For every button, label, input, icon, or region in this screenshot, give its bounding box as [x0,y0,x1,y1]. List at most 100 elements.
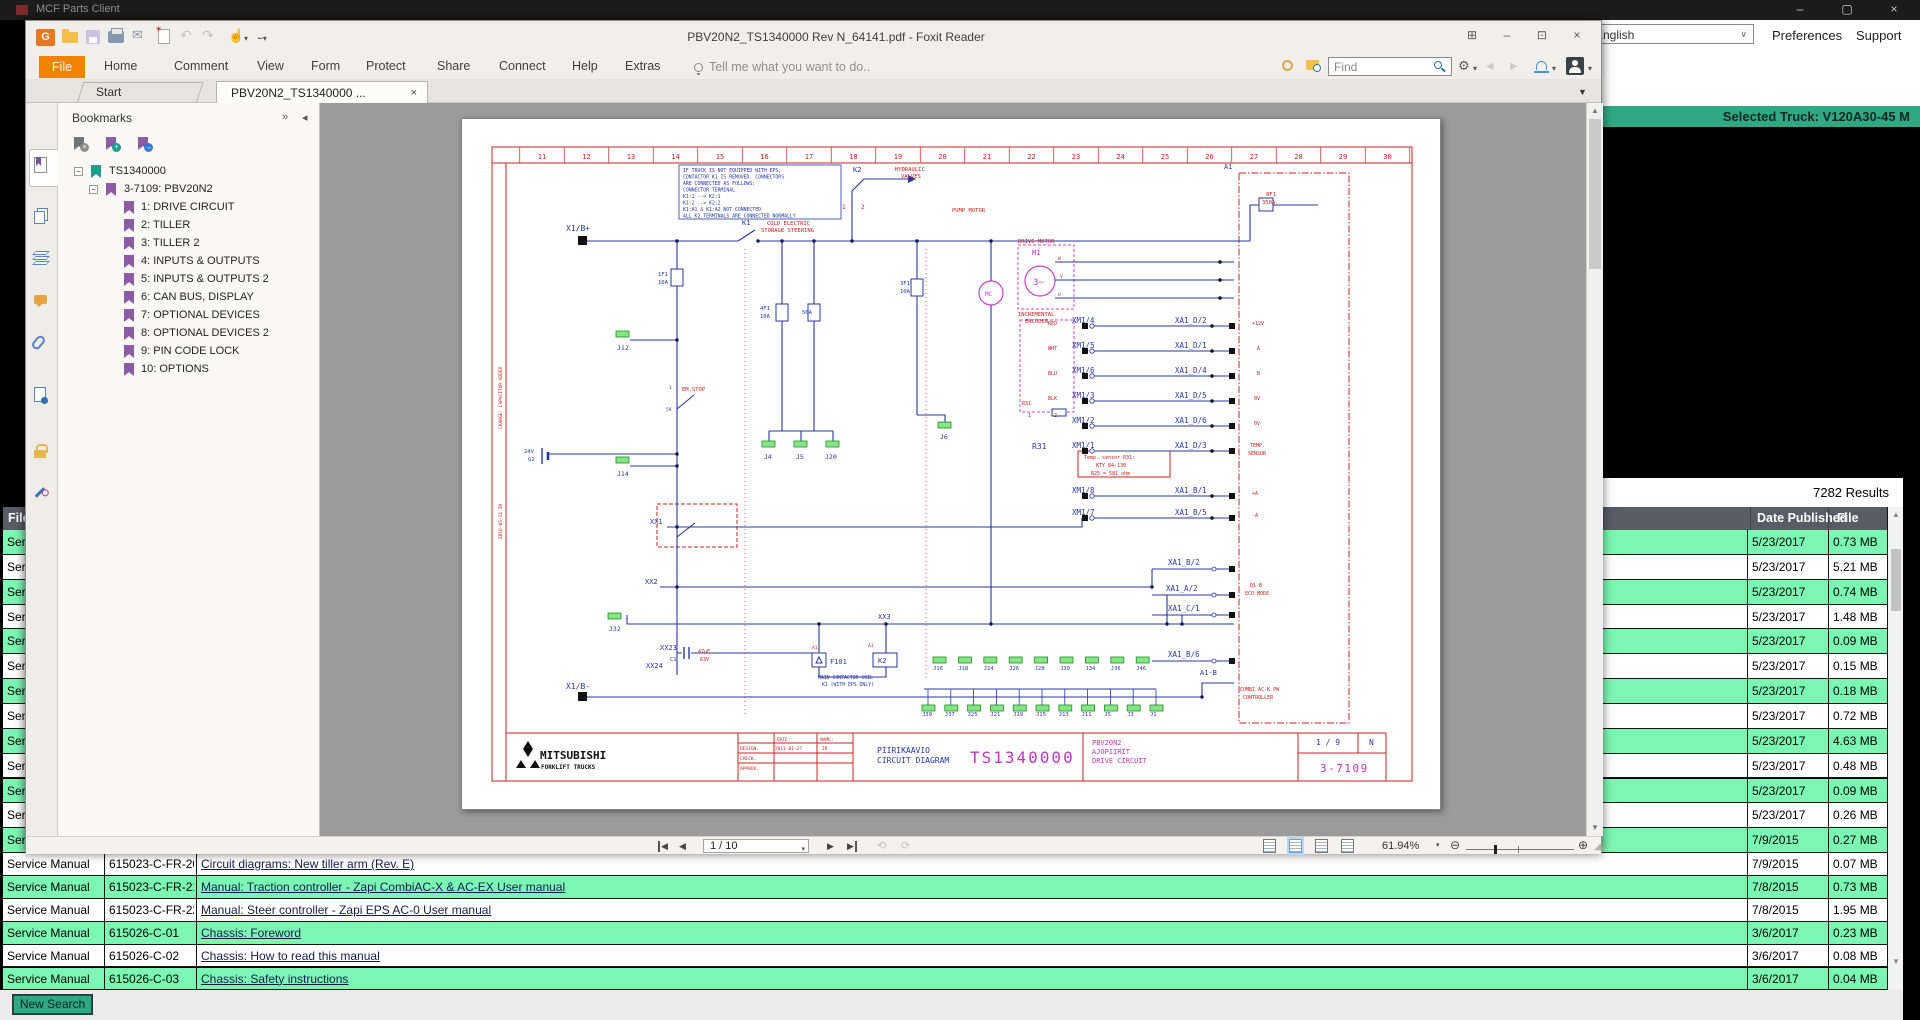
menu-help[interactable]: Help [572,59,598,73]
scroll-up-icon[interactable]: ▲ [1890,510,1902,519]
document-link[interactable]: Chassis: Safety instructions [201,972,348,986]
continuous-facing-view-icon[interactable] [1341,839,1354,853]
document-link[interactable]: Manual: Traction controller - Zapi Combi… [201,880,565,894]
zoom-slider-thumb[interactable] [1494,845,1497,854]
menu-file[interactable]: File [39,56,85,78]
pdf-scrollbar[interactable]: ▲ ▼ [1586,103,1603,836]
create-from-clipboard-icon[interactable] [158,29,170,44]
menu-comment[interactable]: Comment [174,59,228,73]
search-icon[interactable] [1434,61,1442,69]
comments-panel-icon[interactable] [34,295,52,313]
document-view[interactable]: 1112131415161718192021222324252627282930… [320,103,1586,836]
avatar-dropdown-icon[interactable]: ▾ [1588,64,1592,73]
bell-icon[interactable] [1536,61,1547,70]
cell-document-name[interactable]: Chassis: Safety instructions [196,968,1745,990]
tree-expander-icon[interactable]: − [74,167,83,176]
ribbon-collapse-icon[interactable]: ▼ [1578,87,1587,97]
bell-dropdown-icon[interactable]: ▾ [1552,64,1556,73]
avatar[interactable] [1566,57,1584,75]
cell-document-name[interactable]: Circuit diagrams: New tiller arm (Rev. E… [196,853,1745,875]
bookmark-item[interactable]: 4: INPUTS & OUTPUTS [58,253,319,271]
results-scrollbar[interactable]: ▲ ▼ [1887,507,1903,990]
menu-form[interactable]: Form [311,59,340,73]
foxit-close-icon[interactable]: × [1566,28,1588,42]
menu-view[interactable]: View [257,59,284,73]
tab-close-icon[interactable]: × [411,82,417,104]
zoom-slider-track[interactable] [1466,849,1574,850]
pages-panel-icon[interactable] [34,207,52,225]
resize-grip-icon[interactable]: ◢ [1594,841,1602,852]
bookmarks-panel-icon[interactable] [34,157,52,175]
zoom-level[interactable]: 61.94% [1382,840,1419,852]
previous-page-icon[interactable]: ◀ [679,841,686,852]
table-row[interactable]: Service Manual615026-C-02Chassis: How to… [3,945,1887,968]
facing-view-icon[interactable] [1315,839,1328,853]
pdf-scrollbar-thumb[interactable] [1589,119,1601,269]
bookmark-item[interactable]: 5: INPUTS & OUTPUTS 2 [58,271,319,289]
minimize-button[interactable]: – [1785,2,1815,16]
bookmark-item[interactable]: 2: TILLER [58,217,319,235]
menu-connect[interactable]: Connect [499,59,546,73]
hand-tool-dropdown-icon[interactable]: ▾ [244,34,248,43]
page-number-box[interactable]: 1 / 10 ▾ [703,839,809,853]
add-bookmark-badge[interactable]: + [112,143,121,152]
menu-home[interactable]: Home [104,59,137,73]
bookmark-item[interactable]: −3-7109: PBV20N2 [58,181,319,199]
bookmark-item[interactable]: 7: OPTIONAL DEVICES [58,307,319,325]
zoom-out-icon[interactable]: ⊖ [1450,838,1460,852]
document-link[interactable]: Chassis: Foreword [201,926,301,940]
continuous-view-icon[interactable] [1289,839,1302,853]
customize-toolbar-icon[interactable]: ╾▾ [258,34,267,43]
menu-share[interactable]: Share [437,59,470,73]
cell-document-name[interactable]: Chassis: How to read this manual [196,945,1745,967]
save-icon[interactable] [86,30,100,44]
certificates-panel-icon[interactable] [34,387,52,405]
bookmark-item[interactable]: 10: OPTIONS [58,361,319,379]
document-link[interactable]: Manual: Steer controller - Zapi EPS AC-0… [201,903,491,917]
attachments-panel-icon[interactable] [34,335,52,353]
document-link[interactable]: Chassis: How to read this manual [201,949,380,963]
table-row[interactable]: Service Manual615023-C-FR-21Manual: Trac… [3,876,1887,899]
document-link[interactable]: Circuit diagrams: New tiller arm (Rev. E… [201,857,414,871]
print-icon[interactable] [108,31,124,43]
bookmark-item[interactable]: 3: TILLER 2 [58,235,319,253]
delete-bookmark-badge[interactable]: × [80,143,89,152]
collapse-panel-icon[interactable]: ◂ [302,111,308,124]
undo-icon[interactable]: ↶ [180,27,192,44]
hand-tool-icon[interactable]: ☝ [228,28,244,44]
foxit-logo-icon[interactable]: G [36,29,55,46]
pdf-scroll-up-icon[interactable]: ▲ [1587,106,1603,115]
table-row[interactable]: Service Manual615023-C-FR-20Circuit diag… [3,853,1887,876]
cell-document-name[interactable]: Manual: Traction controller - Zapi Combi… [196,876,1745,898]
security-lock-icon[interactable] [34,443,52,461]
table-row[interactable]: Service Manual615026-C-01Chassis: Forewo… [3,922,1887,945]
redo-icon[interactable]: ↷ [202,27,214,44]
menu-protect[interactable]: Protect [366,59,406,73]
language-select[interactable]: English ∨ [1590,24,1754,44]
tree-expander-icon[interactable]: − [89,185,98,194]
expand-all-icon[interactable]: » [282,111,288,123]
maximize-button[interactable]: ▢ [1832,2,1862,16]
last-page-icon[interactable]: ▶ [847,841,857,852]
cell-document-name[interactable]: Chassis: Foreword [196,922,1745,944]
preferences-link[interactable]: Preferences [1772,28,1842,43]
tab-document[interactable]: PBV20N2_TS1340000 ... × [216,81,428,103]
foxit-restore-icon[interactable]: ⊡ [1531,28,1553,42]
single-page-view-icon[interactable] [1263,839,1276,853]
cell-document-name[interactable]: Manual: Steer controller - Zapi EPS AC-0… [196,899,1745,921]
search-folder-icon[interactable] [1306,60,1319,70]
first-page-icon[interactable]: ◀ [658,841,668,852]
next-page-icon[interactable]: ▶ [827,841,834,852]
table-row[interactable]: Service Manual615026-C-03Chassis: Safety… [3,968,1887,991]
gear-dropdown-icon[interactable]: ▾ [1473,64,1477,73]
layers-panel-icon[interactable] [34,251,52,269]
support-link[interactable]: Support [1856,28,1902,43]
pdf-scroll-down-icon[interactable]: ▼ [1587,823,1603,832]
tell-me-box[interactable]: Tell me what you want to do.. [709,60,870,74]
goto-bookmark-badge[interactable]: → [144,143,153,152]
scrollbar-thumb[interactable] [1891,549,1901,611]
bookmark-item[interactable]: 9: PIN CODE LOCK [58,343,319,361]
layout-grid-icon[interactable]: ⊞ [1461,28,1483,42]
bookmark-item[interactable]: −TS1340000 [58,163,319,181]
bookmark-item[interactable]: 1: DRIVE CIRCUIT [58,199,319,217]
